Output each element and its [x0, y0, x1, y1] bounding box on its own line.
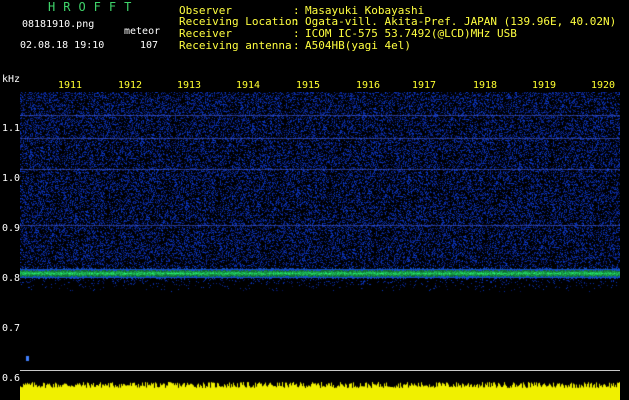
x-tick-label: 1912 — [118, 80, 143, 91]
y-tick-label: 1.1 — [2, 123, 21, 134]
separator-line — [20, 370, 620, 371]
antenna-key: Receiving antenna — [179, 39, 292, 52]
spectrogram-plot — [20, 92, 620, 374]
x-tick-label: 1919 — [532, 80, 557, 91]
antenna-value: A504HB(yagi 4el) — [305, 39, 411, 52]
date-time: 02.08.18 19:10 — [20, 40, 105, 51]
y-tick-label: 0.8 — [2, 273, 21, 284]
app-title: HROFFT — [48, 0, 140, 14]
y-axis-unit: kHz — [2, 74, 21, 85]
x-tick-label: 1920 — [591, 80, 616, 91]
x-tick-label: 1914 — [236, 80, 261, 91]
x-tick-label: 1916 — [356, 80, 381, 91]
x-tick-label: 1918 — [473, 80, 498, 91]
signal-level-bars — [20, 380, 620, 400]
y-tick-label: 0.7 — [2, 323, 21, 334]
antenna-sep: : — [293, 39, 300, 52]
meteor-label: meteor — [124, 26, 161, 37]
y-tick-label: 0.6 — [2, 373, 21, 384]
x-tick-label: 1917 — [412, 80, 437, 91]
x-tick-label: 1915 — [296, 80, 321, 91]
x-tick-label: 1913 — [177, 80, 202, 91]
y-tick-label: 0.9 — [2, 223, 21, 234]
y-tick-label: 1.0 — [2, 173, 21, 184]
file-name: 08181910.png — [22, 19, 95, 30]
meteor-count: 107 — [140, 40, 159, 51]
x-tick-label: 1911 — [58, 80, 83, 91]
